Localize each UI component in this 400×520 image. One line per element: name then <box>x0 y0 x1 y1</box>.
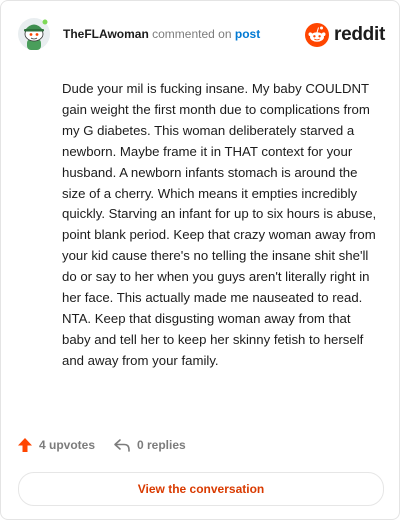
view-conversation-button[interactable]: View the conversation <box>18 472 384 506</box>
reply-label: 0 replies <box>137 438 186 452</box>
reddit-snoo-icon <box>305 23 330 47</box>
comment-meta: TheFLAwoman commented on post <box>63 27 260 41</box>
reply-count[interactable]: 0 replies <box>113 437 186 453</box>
comment-body: Dude your mil is fucking insane. My baby… <box>62 81 377 368</box>
reply-arrow-icon <box>114 439 130 452</box>
commented-on-text: commented on <box>152 27 232 41</box>
username-link[interactable]: TheFLAwoman <box>63 27 149 41</box>
reddit-logo[interactable]: reddit <box>305 20 385 50</box>
comment-header: TheFLAwoman commented on post reddit <box>17 17 385 53</box>
comment-footer: 4 upvotes 0 replies <box>17 437 385 457</box>
comment-card: TheFLAwoman commented on post reddit Dud… <box>0 0 400 520</box>
user-avatar[interactable] <box>17 17 51 51</box>
upvote-arrow-icon <box>18 438 32 452</box>
post-link[interactable]: post <box>235 27 260 41</box>
snoo-avatar-icon <box>18 18 50 50</box>
upvote-count[interactable]: 4 upvotes <box>17 437 95 453</box>
upvote-label: 4 upvotes <box>39 438 96 452</box>
reddit-wordmark: reddit <box>334 24 385 45</box>
